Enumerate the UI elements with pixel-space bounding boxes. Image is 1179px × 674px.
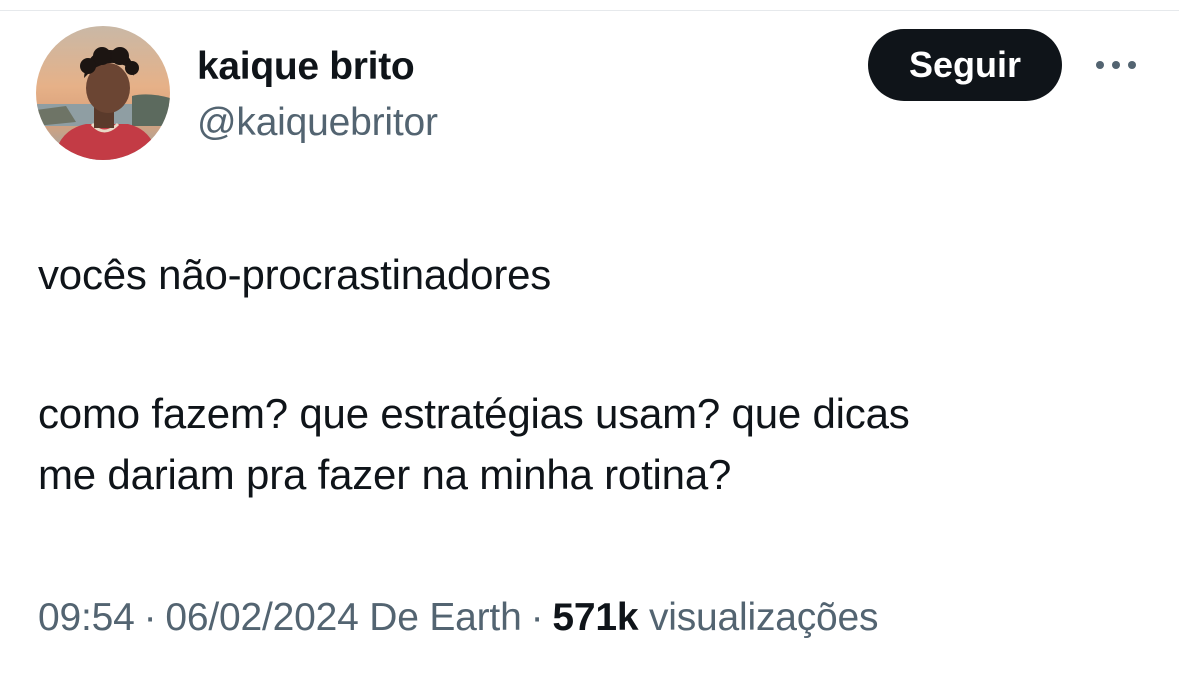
ellipsis-icon bbox=[1096, 61, 1136, 69]
tweet-line: vocês não-procrastinadores bbox=[38, 251, 552, 298]
views-count[interactable]: 571k bbox=[552, 596, 638, 639]
author-info: kaique brito @kaiquebritor bbox=[197, 44, 438, 146]
avatar[interactable] bbox=[36, 26, 170, 160]
tweet-text: vocês não-procrastinadores como fazem? q… bbox=[38, 244, 1148, 505]
follow-button[interactable]: Seguir bbox=[868, 29, 1062, 101]
tweet-source: De Earth bbox=[369, 596, 522, 639]
views-label[interactable]: visualizações bbox=[649, 596, 879, 639]
tweet-line: como fazem? que estratégias usam? que di… bbox=[38, 390, 910, 437]
tweet-metadata: 09:54 · 06/02/2024 De Earth · 571k visualiza… bbox=[38, 593, 879, 643]
user-handle[interactable]: @kaiquebritor bbox=[197, 100, 438, 146]
separator: · bbox=[143, 596, 157, 639]
avatar-image bbox=[36, 26, 170, 160]
tweet: kaique brito @kaiquebritor Seguir vocês … bbox=[0, 0, 1179, 674]
tweet-date[interactable]: 06/02/2024 bbox=[165, 596, 358, 639]
display-name[interactable]: kaique brito bbox=[197, 44, 438, 90]
tweet-line: me dariam pra fazer na minha rotina? bbox=[38, 451, 732, 498]
separator: · bbox=[530, 596, 544, 639]
tweet-time[interactable]: 09:54 bbox=[38, 596, 135, 639]
more-options-button[interactable] bbox=[1090, 50, 1142, 80]
